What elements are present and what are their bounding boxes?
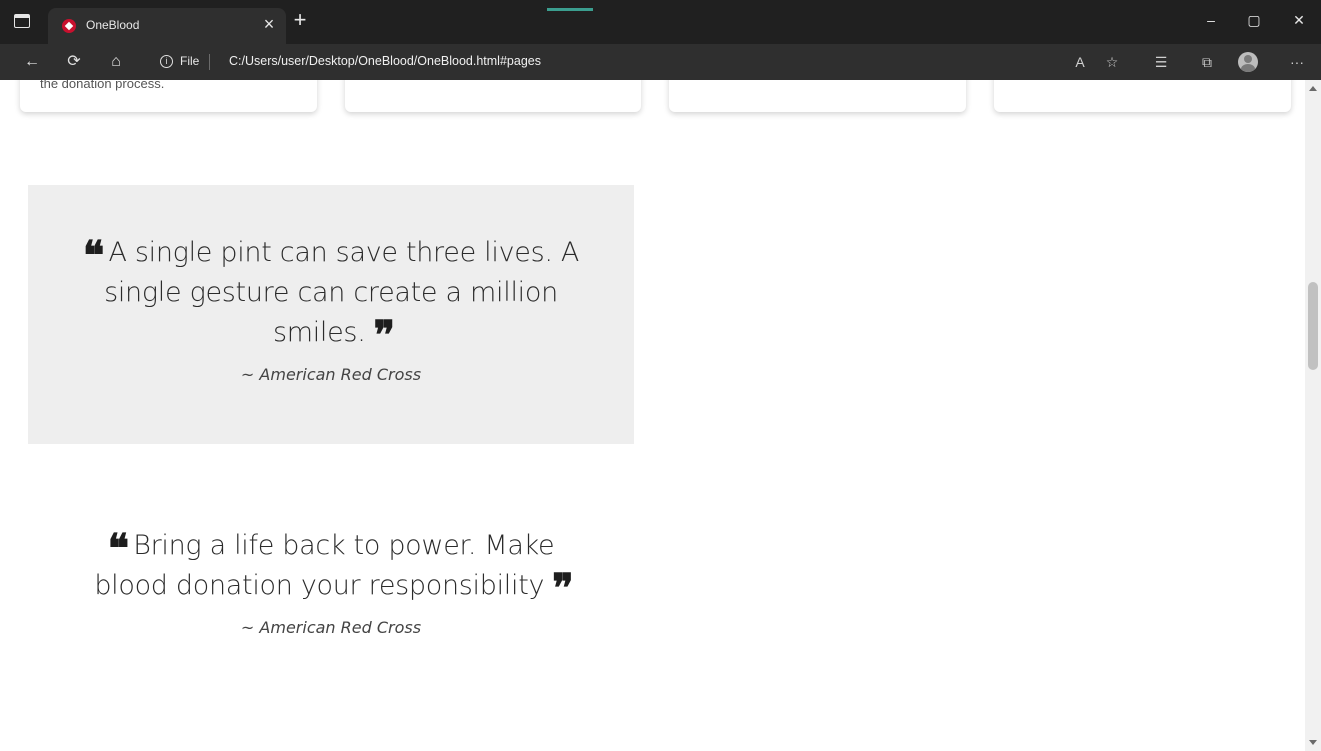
minimize-button[interactable]: – [1200, 12, 1222, 28]
tab-actions-icon[interactable] [14, 14, 30, 28]
refresh-button[interactable]: ⟳ [64, 53, 84, 71]
open-quote-icon: ❝ [82, 232, 104, 279]
url-separator [209, 54, 210, 70]
tab-title: OneBlood [86, 18, 140, 32]
page-viewport: the donation process. ❝ A single pint can… [0, 80, 1305, 751]
tab-bar: OneBlood × + – ▢ ✕ [0, 0, 1321, 44]
info-card-4 [994, 80, 1291, 112]
quote-author: ~ American Red Cross [240, 365, 422, 384]
info-card-2 [345, 80, 641, 112]
read-aloud-icon[interactable]: A [1069, 53, 1091, 71]
add-favorite-icon[interactable]: ☆ [1101, 53, 1123, 71]
restore-button[interactable]: ▢ [1243, 12, 1265, 29]
quote-body: Bring a life back to power. Make blood d… [94, 530, 555, 601]
file-label: File [180, 54, 200, 68]
favorites-icon[interactable]: ☰ [1150, 53, 1172, 71]
quote-block-1: ❝ A single pint can save three lives. A s… [28, 185, 634, 444]
info-card-3 [669, 80, 966, 112]
quote-text: ❝ A single pint can save three lives. A s… [62, 232, 600, 356]
card-text: the donation process. [40, 80, 165, 91]
scroll-up-arrow-icon[interactable] [1309, 86, 1317, 91]
quote-text: ❝ Bring a life back to power. Make blood … [68, 525, 594, 609]
info-card-1: the donation process. [20, 80, 317, 112]
quote-body: A single pint can save three lives. A si… [104, 237, 580, 348]
tab-oneblood[interactable]: OneBlood × [48, 8, 286, 44]
profile-avatar[interactable] [1238, 52, 1258, 72]
quote-block-2: ❝ Bring a life back to power. Make blood … [28, 526, 634, 656]
oneblood-favicon-icon [62, 19, 76, 33]
close-window-button[interactable]: ✕ [1288, 12, 1310, 29]
tab-close-button[interactable]: × [260, 14, 278, 34]
collections-icon[interactable]: ⧉ [1196, 53, 1218, 71]
back-button[interactable]: ← [22, 53, 42, 71]
new-tab-button[interactable]: + [290, 9, 310, 31]
scroll-down-arrow-icon[interactable] [1309, 740, 1317, 745]
more-options-icon[interactable]: ··· [1286, 53, 1308, 71]
url-field[interactable]: i File C:/Users/user/Desktop/OneBlood/On… [148, 48, 1148, 76]
close-quote-icon: ❞ [373, 312, 395, 359]
url-text[interactable]: C:/Users/user/Desktop/OneBlood/OneBlood.… [229, 54, 541, 68]
open-quote-icon: ❝ [107, 525, 129, 572]
address-bar: ← ⟳ ⌂ i File C:/Users/user/Desktop/OneBl… [0, 44, 1321, 80]
scroll-thumb[interactable] [1308, 282, 1318, 370]
quote-author: ~ American Red Cross [240, 618, 422, 637]
vertical-scrollbar[interactable] [1305, 80, 1321, 751]
drag-region-indicator [547, 8, 593, 11]
info-icon[interactable]: i [160, 55, 173, 68]
home-button[interactable]: ⌂ [106, 53, 126, 71]
close-quote-icon: ❞ [552, 565, 573, 612]
